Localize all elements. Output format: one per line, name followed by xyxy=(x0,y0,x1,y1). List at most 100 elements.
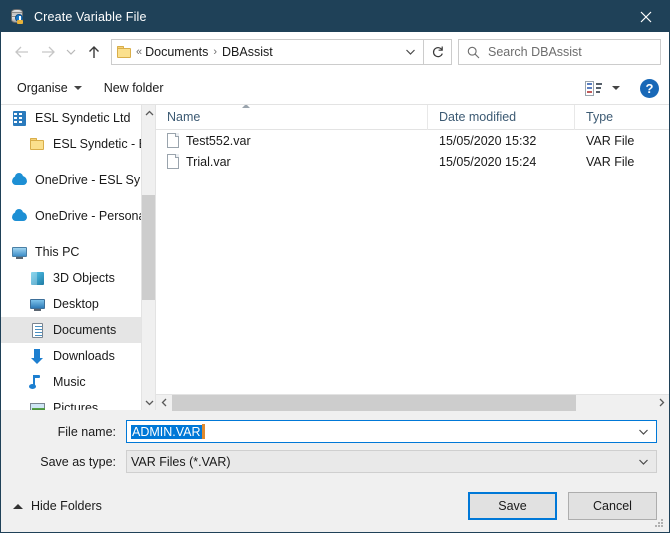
sidebar-item-label: Music xyxy=(53,375,86,389)
close-icon xyxy=(640,11,652,22)
sidebar-group-spacer xyxy=(1,229,155,239)
hscroll-track[interactable] xyxy=(172,394,653,411)
breadcrumb-overflow[interactable]: « xyxy=(136,46,142,58)
column-header-type[interactable]: Type xyxy=(575,105,669,130)
chevron-down-icon xyxy=(145,400,153,405)
chevron-left-icon xyxy=(161,398,166,407)
sidebar-item-3d-objects[interactable]: 3D Objects xyxy=(1,265,155,291)
sidebar-item-music[interactable]: Music xyxy=(1,369,155,395)
scroll-up-button[interactable] xyxy=(142,105,155,121)
breadcrumb-separator[interactable]: › xyxy=(213,46,217,58)
column-headers: Name Date modified Type xyxy=(156,104,669,130)
sidebar-list: ESL Syndetic Ltd ESL Syndetic - ESL OneDri… xyxy=(1,105,155,410)
sidebar-item-esl-syndetic-esl[interactable]: ESL Syndetic - ESL xyxy=(1,131,155,157)
folder-icon xyxy=(117,45,132,59)
footer-buttons: Save Cancel xyxy=(468,492,657,520)
search-input[interactable]: Search DBAssist xyxy=(488,45,582,59)
chevron-down-icon xyxy=(73,86,82,90)
sidebar-item-downloads[interactable]: Downloads xyxy=(1,343,155,369)
sidebar-scroll-thumb[interactable] xyxy=(142,195,155,300)
file-list-horizontal-scrollbar[interactable] xyxy=(156,394,669,411)
cancel-button-label: Cancel xyxy=(593,499,632,513)
chevron-up-icon xyxy=(13,503,23,509)
recent-locations-button[interactable] xyxy=(61,39,81,65)
sort-ascending-icon xyxy=(242,104,250,108)
save-as-type-select[interactable]: VAR Files (*.VAR) xyxy=(126,450,657,473)
sidebar-item-label: OneDrive - Personal xyxy=(35,209,149,223)
table-row[interactable]: Trial.var 15/05/2020 15:24 VAR File xyxy=(156,151,669,172)
save-button-label: Save xyxy=(498,499,527,513)
text-caret xyxy=(201,424,205,439)
music-icon xyxy=(29,374,46,391)
sidebar-item-label: This PC xyxy=(35,245,80,259)
address-bar[interactable]: « Documents › DBAssist xyxy=(111,39,424,65)
address-dropdown-button[interactable] xyxy=(399,40,421,64)
sidebar-item-label: Downloads xyxy=(53,349,115,363)
file-name-value[interactable]: ADMIN.VAR xyxy=(131,424,202,439)
sidebar-item-this-pc[interactable]: This PC xyxy=(1,239,155,265)
toolbar: Organise New folder ? xyxy=(1,72,669,105)
hide-folders-button[interactable]: Hide Folders xyxy=(13,499,102,513)
help-button[interactable]: ? xyxy=(640,78,659,98)
organise-button[interactable]: Organise xyxy=(11,78,88,98)
file-name-cell: Trial.var xyxy=(156,154,428,169)
close-button[interactable] xyxy=(623,1,669,32)
up-button[interactable] xyxy=(81,39,107,65)
sidebar-scrollbar[interactable] xyxy=(141,105,155,410)
column-header-name[interactable]: Name xyxy=(156,104,428,130)
save-form: File name: ADMIN.VAR Save as type: VAR F… xyxy=(1,410,669,480)
file-icon xyxy=(167,133,179,148)
sidebar-item-onedrive-personal[interactable]: OneDrive - Personal xyxy=(1,203,155,229)
chevron-down-icon xyxy=(639,459,648,465)
save-as-type-dropdown-button[interactable] xyxy=(638,451,649,472)
create-variable-file-dialog: Create Variable File « Documents › DBAss… xyxy=(0,0,670,533)
cloud-icon xyxy=(11,172,28,189)
file-name-cell: Test552.var xyxy=(156,133,428,148)
file-list-pane: Name Date modified Type Test552.var 15/05… xyxy=(156,104,669,411)
building-icon xyxy=(11,110,28,127)
back-button[interactable] xyxy=(9,39,35,65)
forward-button[interactable] xyxy=(35,39,61,65)
pictures-icon xyxy=(29,400,46,410)
chevron-up-icon xyxy=(145,110,153,115)
hscroll-left-button[interactable] xyxy=(156,395,172,411)
sidebar-item-esl-syndetic-ltd[interactable]: ESL Syndetic Ltd xyxy=(1,105,155,131)
title-bar: Create Variable File xyxy=(1,1,669,32)
resize-grip[interactable] xyxy=(655,519,665,529)
sidebar-item-label: ESL Syndetic - ESL xyxy=(53,137,155,151)
sidebar-item-onedrive-esl-sy[interactable]: OneDrive - ESL Sy xyxy=(1,167,155,193)
file-name-dropdown-button[interactable] xyxy=(638,421,649,442)
sidebar-item-label: OneDrive - ESL Sy xyxy=(35,173,141,187)
hscroll-right-button[interactable] xyxy=(653,395,669,411)
sidebar-item-documents[interactable]: Documents xyxy=(1,317,155,343)
refresh-icon xyxy=(432,46,443,58)
table-row[interactable]: Test552.var 15/05/2020 15:32 VAR File xyxy=(156,130,669,151)
chevron-down-icon xyxy=(639,429,648,435)
sidebar-item-desktop[interactable]: Desktop xyxy=(1,291,155,317)
breadcrumb-documents[interactable]: Documents xyxy=(145,45,208,59)
refresh-button[interactable] xyxy=(424,39,452,65)
file-name-input[interactable]: ADMIN.VAR xyxy=(126,420,657,443)
file-rows: Test552.var 15/05/2020 15:32 VAR File Trial… xyxy=(156,130,669,394)
chevron-down-icon xyxy=(405,49,415,55)
column-header-date-label: Date modified xyxy=(439,110,517,124)
file-name-text: Test552.var xyxy=(186,133,251,148)
arrow-up-icon xyxy=(89,45,99,58)
breadcrumb-dbassist[interactable]: DBAssist xyxy=(222,45,273,59)
file-icon xyxy=(167,154,179,169)
file-date-cell: 15/05/2020 15:24 xyxy=(439,154,537,169)
sidebar-item-label: 3D Objects xyxy=(53,271,115,285)
cancel-button[interactable]: Cancel xyxy=(568,492,657,520)
column-header-date-modified[interactable]: Date modified xyxy=(428,104,575,130)
hscroll-thumb[interactable] xyxy=(172,394,576,411)
sidebar-group-spacer xyxy=(1,193,155,203)
new-folder-button[interactable]: New folder xyxy=(98,78,170,98)
search-box[interactable]: Search DBAssist xyxy=(458,39,661,65)
scroll-down-button[interactable] xyxy=(142,394,155,410)
sidebar-item-pictures[interactable]: Pictures xyxy=(1,395,155,410)
search-icon xyxy=(467,46,480,58)
file-name-row: File name: ADMIN.VAR xyxy=(13,420,657,443)
file-name-label: File name: xyxy=(57,424,116,439)
view-options-button[interactable] xyxy=(579,78,626,99)
save-button[interactable]: Save xyxy=(468,492,557,520)
